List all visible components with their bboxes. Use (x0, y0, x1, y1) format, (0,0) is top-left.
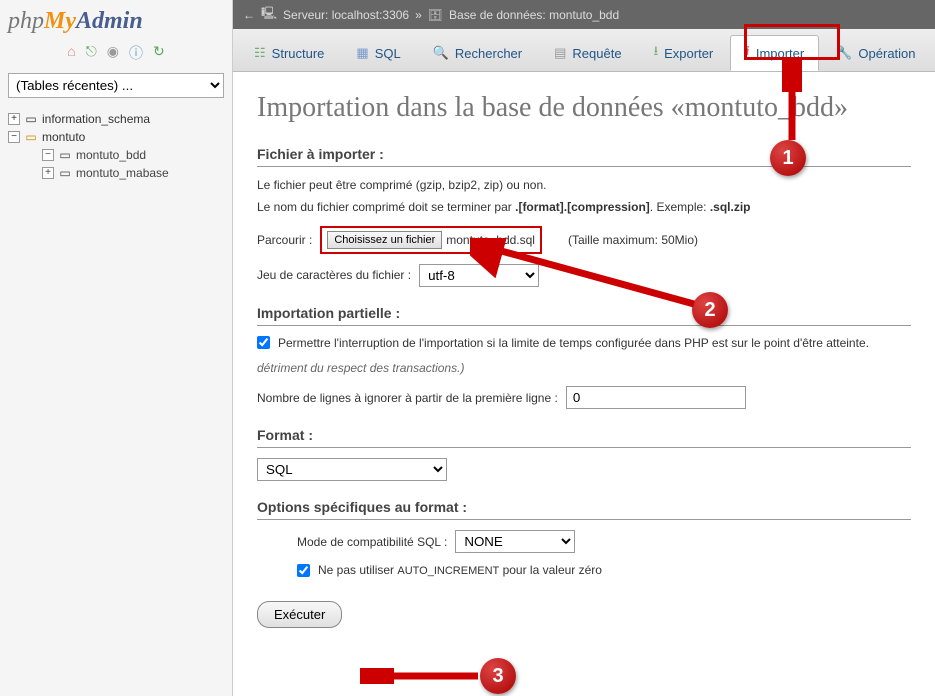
annotation-arrow-3 (360, 668, 482, 684)
partial-note: détriment du respect des transactions.) (257, 360, 911, 377)
choose-file-button[interactable]: Choisissez un fichier (327, 231, 442, 249)
charset-label: Jeu de caractères du fichier : (257, 268, 411, 282)
tab-export[interactable]: ⭳Exporter (639, 35, 729, 71)
tab-search[interactable]: 🔍Rechercher (418, 35, 537, 71)
tab-bar: ☷Structure ▦SQL 🔍Rechercher ▤Requête ⭳Ex… (233, 29, 935, 72)
main-panel: ← 🖳 Serveur: localhost:3306 » 🗄 Base de … (233, 0, 935, 696)
database-icon: ▭ (24, 131, 38, 143)
tab-import[interactable]: ⭱Importer (730, 35, 819, 71)
section-options-heading: Options spécifiques au format : (257, 499, 911, 520)
annotation-arrow-2 (470, 238, 700, 310)
sql-icon: ▦ (356, 45, 368, 61)
compat-label: Mode de compatibilité SQL : (297, 535, 447, 549)
collapse-icon[interactable]: − (8, 131, 20, 143)
no-autoincrement-label: Ne pas utiliser AUTO_INCREMENT pour la v… (318, 563, 602, 577)
database-icon: ▭ (24, 113, 38, 125)
tree-item-montuto[interactable]: − ▭ montuto (8, 128, 224, 146)
format-select[interactable]: SQL (257, 458, 447, 481)
tree-item-montuto-mabase[interactable]: + ▭ montuto_mabase (42, 164, 224, 182)
logo: phpMyAdmin (8, 8, 224, 35)
table-icon: ▭ (58, 167, 72, 179)
tree-label: information_schema (42, 112, 150, 126)
query-icon: ▤ (554, 45, 566, 61)
breadcrumb-database[interactable]: Base de données: montuto_bdd (449, 8, 619, 22)
page-title: Importation dans la base de données «mon… (257, 92, 911, 124)
docs-icon[interactable]: ⓘ (129, 43, 143, 63)
sql-icon[interactable]: ◉ (107, 43, 119, 63)
tab-structure[interactable]: ☷Structure (239, 35, 339, 71)
tab-query[interactable]: ▤Requête (539, 35, 636, 71)
expand-icon[interactable]: + (8, 113, 20, 125)
logout-icon[interactable]: ⎋ (86, 43, 97, 63)
hint-compression: Le fichier peut être comprimé (gzip, bzi… (257, 177, 911, 194)
annotation-callout-1: 1 (770, 140, 806, 176)
section-format-heading: Format : (257, 427, 911, 448)
tree-item-montuto-bdd[interactable]: − ▭ montuto_bdd (42, 146, 224, 164)
recent-tables-select[interactable]: (Tables récentes) ... (8, 73, 224, 98)
execute-button[interactable]: Exécuter (257, 601, 342, 628)
tab-operations[interactable]: 🔧Opération (821, 35, 930, 71)
compat-select[interactable]: NONE (455, 530, 575, 553)
skip-lines-input[interactable] (566, 386, 746, 409)
tree-label: montuto (42, 130, 85, 144)
reload-icon[interactable]: ↻ (153, 43, 165, 63)
skip-lines-label: Nombre de lignes à ignorer à partir de l… (257, 391, 558, 405)
no-autoincrement-checkbox[interactable] (297, 564, 310, 577)
browse-label: Parcourir : (257, 233, 312, 247)
allow-interrupt-label: Permettre l'interruption de l'importatio… (278, 336, 869, 350)
tree-label: montuto_bdd (76, 148, 146, 162)
server-icon: 🖳 (261, 4, 277, 25)
import-icon: ⭱ (745, 42, 750, 64)
home-icon[interactable]: ⌂ (67, 43, 75, 63)
breadcrumb: ← 🖳 Serveur: localhost:3306 » 🗄 Base de … (233, 0, 935, 29)
expand-icon[interactable]: + (42, 167, 54, 179)
db-tree: + ▭ information_schema − ▭ montuto − ▭ m… (8, 110, 224, 182)
hint-filename: Le nom du fichier comprimé doit se termi… (257, 199, 911, 216)
search-icon: 🔍 (433, 45, 449, 61)
wrench-icon: 🔧 (836, 45, 852, 61)
sidebar: phpMyAdmin ⌂ ⎋ ◉ ⓘ ↻ (Tables récentes) .… (0, 0, 233, 696)
breadcrumb-server[interactable]: Serveur: localhost:3306 (283, 8, 409, 22)
annotation-callout-3: 3 (480, 658, 516, 694)
sidebar-toolbar: ⌂ ⎋ ◉ ⓘ ↻ (8, 43, 224, 63)
content: Importation dans la base de données «mon… (233, 72, 935, 696)
export-icon: ⭳ (654, 42, 659, 64)
database-icon: 🗄 (428, 8, 443, 22)
collapse-icon[interactable]: − (42, 149, 54, 161)
tree-label: montuto_mabase (76, 166, 169, 180)
table-icon: ▭ (58, 149, 72, 161)
annotation-arrow-1 (782, 60, 802, 142)
nav-left-icon[interactable]: ← (243, 8, 255, 22)
allow-interrupt-checkbox[interactable] (257, 336, 270, 349)
section-file-heading: Fichier à importer : (257, 146, 911, 167)
structure-icon: ☷ (254, 45, 266, 61)
tree-item-information-schema[interactable]: + ▭ information_schema (8, 110, 224, 128)
tab-sql[interactable]: ▦SQL (341, 35, 415, 71)
